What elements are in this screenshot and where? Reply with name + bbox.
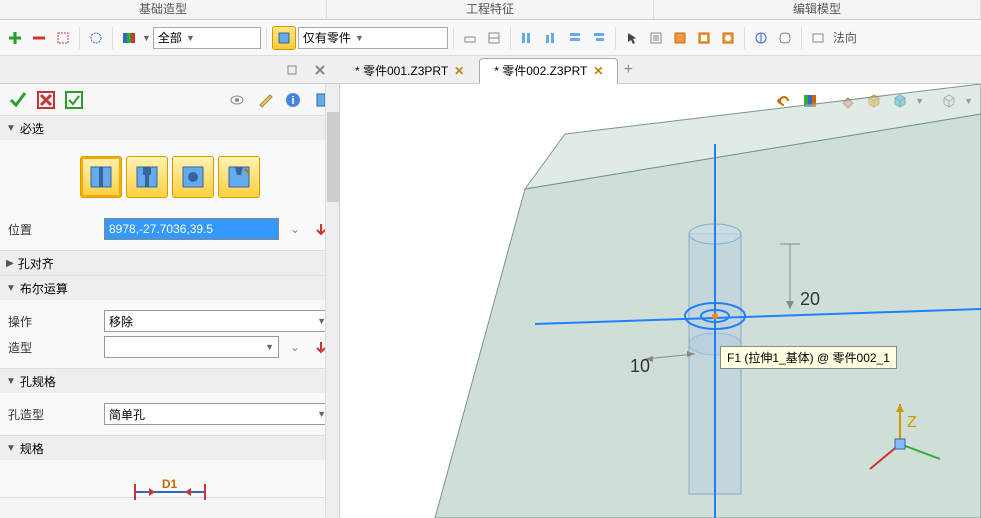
spec-label: 规格 <box>20 440 44 457</box>
align-label: 孔对齐 <box>18 255 54 272</box>
panel-close-icon[interactable] <box>308 58 332 82</box>
section-required[interactable]: ▼必选 <box>0 116 339 140</box>
plane-icon[interactable] <box>807 27 829 49</box>
normal-label: 法向 <box>833 29 857 46</box>
shape-label: 造型 <box>8 339 98 356</box>
align-icon-2[interactable] <box>540 27 562 49</box>
operation-select[interactable]: 移除▼ <box>104 310 331 332</box>
add-tab-icon[interactable]: + <box>618 61 638 79</box>
ribbon-categories: 基础造型 工程特征 编辑模型 <box>0 0 981 20</box>
3d-viewport[interactable]: ▼ ▼ <box>340 84 981 518</box>
operation-label: 操作 <box>8 313 98 330</box>
cat-basic[interactable]: 基础造型 <box>0 0 327 19</box>
view-icon-1[interactable] <box>750 27 772 49</box>
ribbon-toolbar: ▼ 全部▼ 仅有零件▼ 法向 <box>0 20 981 56</box>
hover-tooltip: F1 (拉伸1_基体) @ 零件002_1 <box>720 346 897 369</box>
add-icon[interactable] <box>4 27 26 49</box>
select-rect-icon[interactable] <box>52 27 74 49</box>
cursor-icon[interactable] <box>621 27 643 49</box>
cat-engineering[interactable]: 工程特征 <box>327 0 654 19</box>
feature-panel: i ▼必选 位置 8978,-27.7036,39.5 ⌄ <box>0 84 340 518</box>
list-icon[interactable] <box>645 27 667 49</box>
boolean-label: 布尔运算 <box>20 280 68 297</box>
required-label: 必选 <box>20 120 44 137</box>
dim-20: 20 <box>800 289 820 310</box>
position-label: 位置 <box>8 221 98 238</box>
hole-type-select[interactable]: 简单孔▼ <box>104 403 331 425</box>
box-icon-1[interactable] <box>669 27 691 49</box>
ok-icon[interactable] <box>6 88 30 112</box>
box-icon-3[interactable] <box>717 27 739 49</box>
svg-text:i: i <box>291 95 294 107</box>
info-icon[interactable]: i <box>281 88 305 112</box>
section-spec[interactable]: ▼规格 <box>0 436 339 460</box>
close-icon[interactable]: ✕ <box>593 64 603 78</box>
eye-icon[interactable] <box>225 88 249 112</box>
dim-10: 10 <box>630 356 650 377</box>
align-icon-1[interactable] <box>516 27 538 49</box>
close-icon[interactable]: ✕ <box>454 64 464 78</box>
box-icon-2[interactable] <box>693 27 715 49</box>
chevrons-icon[interactable]: ⌄ <box>285 337 305 357</box>
panel-scrollbar[interactable] <box>325 84 339 518</box>
doc-tab-001[interactable]: * 零件001.Z3PRT ✕ <box>340 58 479 84</box>
cat-edit[interactable]: 编辑模型 <box>654 0 981 19</box>
panel-min-icon[interactable] <box>280 58 304 82</box>
remove-icon[interactable] <box>28 27 50 49</box>
select-circle-icon[interactable] <box>85 27 107 49</box>
doc-tab-001-label: * 零件001.Z3PRT <box>355 62 448 79</box>
operation-value: 移除 <box>109 313 133 330</box>
section-align[interactable]: ▶孔对齐 <box>0 251 339 275</box>
d1-label: D1 <box>8 477 331 491</box>
hole-type-label: 孔造型 <box>8 406 98 423</box>
filter-all-label: 全部 <box>158 29 182 46</box>
hole-type-2-icon[interactable] <box>126 156 168 198</box>
tool-icon-2[interactable] <box>483 27 505 49</box>
hole-type-1-icon[interactable] <box>80 156 122 198</box>
doc-tab-002-label: * 零件002.Z3PRT <box>494 62 587 79</box>
hole-type-value: 简单孔 <box>109 406 145 423</box>
shape-select[interactable]: ▼ <box>104 336 279 358</box>
chevrons-icon[interactable]: ⌄ <box>285 219 305 239</box>
doc-tab-002[interactable]: * 零件002.Z3PRT ✕ <box>479 58 618 84</box>
align-icon-4[interactable] <box>588 27 610 49</box>
model-view <box>340 84 981 518</box>
part-mode-icon[interactable] <box>272 26 296 50</box>
hole-type-4-icon[interactable] <box>218 156 260 198</box>
tool-icon-1[interactable] <box>459 27 481 49</box>
axis-z-label: Z <box>907 414 917 432</box>
hole-spec-label: 孔规格 <box>20 373 56 390</box>
view-icon-2[interactable] <box>774 27 796 49</box>
filter-parts-label: 仅有零件 <box>303 29 351 46</box>
palette-icon[interactable] <box>118 27 140 49</box>
brush-icon[interactable] <box>253 88 277 112</box>
position-value: 8978,-27.7036,39.5 <box>109 222 213 236</box>
align-icon-3[interactable] <box>564 27 586 49</box>
cancel-icon[interactable] <box>34 88 58 112</box>
hole-type-3-icon[interactable] <box>172 156 214 198</box>
apply-icon[interactable] <box>62 88 86 112</box>
position-input[interactable]: 8978,-27.7036,39.5 <box>104 218 279 240</box>
filter-combo-parts[interactable]: 仅有零件▼ <box>298 27 448 49</box>
section-boolean[interactable]: ▼布尔运算 <box>0 276 339 300</box>
doc-tab-bar: * 零件001.Z3PRT ✕ * 零件002.Z3PRT ✕ + <box>0 56 981 84</box>
filter-combo-all[interactable]: 全部▼ <box>153 27 261 49</box>
section-hole-spec[interactable]: ▼孔规格 <box>0 369 339 393</box>
